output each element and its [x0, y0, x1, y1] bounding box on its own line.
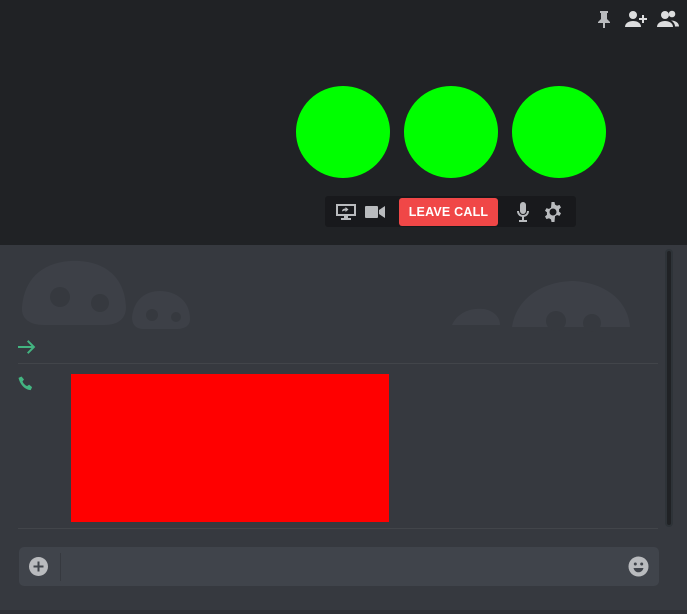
call-area: LEAVE CALL	[0, 0, 687, 245]
plus-circle-icon[interactable]	[29, 557, 48, 576]
scrollbar-thumb[interactable]	[667, 251, 671, 525]
call-controls: LEAVE CALL	[325, 196, 576, 227]
call-image[interactable]	[71, 374, 389, 522]
member-list-icon[interactable]	[657, 8, 679, 30]
video-camera-icon[interactable]	[363, 200, 387, 224]
participant-avatars	[296, 86, 606, 178]
screen-share-icon[interactable]	[334, 200, 358, 224]
header-toolbar	[593, 8, 679, 30]
participant-avatar[interactable]	[404, 86, 498, 178]
phone-icon	[18, 376, 34, 392]
participant-avatar[interactable]	[296, 86, 390, 178]
leave-call-button[interactable]: LEAVE CALL	[399, 197, 498, 226]
microphone-icon[interactable]	[512, 201, 534, 223]
pin-icon[interactable]	[593, 8, 615, 30]
welcome-illustration	[0, 245, 687, 335]
message-list[interactable]	[0, 245, 687, 540]
message-composer	[19, 547, 659, 586]
app-window: LEAVE CALL	[0, 0, 687, 614]
participant-avatar[interactable]	[512, 86, 606, 178]
add-member-icon[interactable]	[625, 8, 647, 30]
join-system-message	[18, 338, 658, 364]
call-system-message	[18, 371, 658, 529]
composer-divider	[60, 553, 61, 581]
arrow-right-icon	[18, 339, 36, 355]
message-input[interactable]	[69, 551, 609, 582]
bottom-strip	[0, 610, 687, 614]
gear-icon[interactable]	[542, 201, 564, 223]
smiley-icon[interactable]	[628, 556, 649, 577]
